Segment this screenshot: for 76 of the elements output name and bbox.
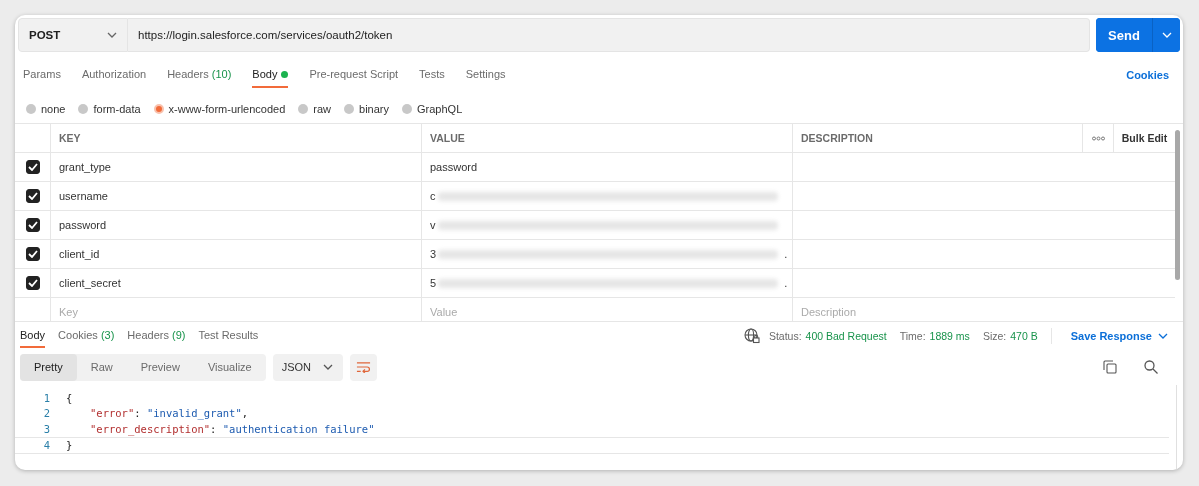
scrollbar[interactable] <box>1175 130 1180 280</box>
status-value: 470 B <box>1010 329 1038 342</box>
body-type-radio[interactable]: none <box>26 103 66 115</box>
column-header: KEY <box>51 124 422 153</box>
view-mode-tab[interactable]: Raw <box>76 353 127 381</box>
table-cell: grant_type <box>59 161 111 173</box>
chevron-down-icon <box>1158 332 1168 339</box>
request-tab[interactable]: Headers (10) <box>167 62 232 88</box>
response-tab[interactable]: Headers (9) <box>127 323 186 348</box>
checkbox[interactable] <box>25 218 40 232</box>
ellipsis-dot: . <box>784 277 788 289</box>
status-label: Status: <box>768 329 802 342</box>
body-type-radio[interactable]: GraphQL <box>402 103 463 115</box>
request-tab[interactable]: Authorization <box>81 62 147 88</box>
table-cell: password <box>59 219 107 231</box>
request-tab[interactable]: Settings <box>465 62 506 88</box>
code-line: "error_description": "authentication failure" <box>89 422 375 435</box>
table-cell: v <box>430 219 436 231</box>
status-label: Time: <box>899 329 926 342</box>
checkbox[interactable] <box>25 189 40 203</box>
request-tab[interactable]: Params <box>23 62 61 88</box>
table-cell: client_id <box>59 248 100 260</box>
wrap-lines-button[interactable] <box>350 353 378 381</box>
save-response-button[interactable]: Save Response <box>1064 328 1174 343</box>
new-row-input[interactable]: Value <box>430 306 572 318</box>
status-value: 400 Bad Request <box>805 329 887 342</box>
table-cell: username <box>59 190 108 202</box>
line-number: 4 <box>42 439 51 452</box>
search-icon[interactable] <box>1144 360 1158 374</box>
globe-lock-icon[interactable] <box>743 327 760 344</box>
format-dropdown[interactable]: JSON <box>272 353 344 381</box>
checkbox[interactable] <box>25 247 40 261</box>
checkbox[interactable] <box>25 276 40 290</box>
line-number: 1 <box>42 391 51 404</box>
line-number: 2 <box>42 407 51 420</box>
body-type-radio[interactable]: binary <box>344 103 390 115</box>
chevron-down-icon <box>107 32 117 38</box>
column-header: VALUE <box>422 124 793 153</box>
table-cell: password <box>430 161 478 173</box>
more-icon[interactable] <box>1091 135 1105 141</box>
body-type-radio[interactable]: form-data <box>78 103 141 115</box>
line-number: 3 <box>42 422 51 435</box>
table-cell: client_secret <box>59 277 121 289</box>
table-cell: 3 <box>430 248 437 260</box>
request-tab[interactable]: Pre-request Script <box>309 62 399 88</box>
table-cell: 5 <box>430 277 437 289</box>
code-line: { <box>66 391 73 404</box>
copy-icon[interactable] <box>1103 360 1117 374</box>
code-line: "error": "invalid_grant", <box>89 407 249 420</box>
url-field[interactable]: https://login.salesforce.com/services/oauth2/token <box>128 18 1090 52</box>
checkbox[interactable] <box>25 160 40 174</box>
chevron-down-icon <box>323 364 334 370</box>
view-mode-tab[interactable]: Visualize <box>193 353 266 381</box>
status-label: Size: <box>982 329 1007 342</box>
new-row-input[interactable]: Key <box>59 306 201 318</box>
view-mode-tab[interactable]: Pretty <box>20 353 77 381</box>
body-type-radio[interactable]: raw <box>298 103 332 115</box>
ellipsis-dot: . <box>784 248 788 260</box>
view-mode-tab[interactable]: Preview <box>126 353 194 381</box>
table-cell: c <box>430 190 436 202</box>
new-row-input[interactable]: Description <box>801 306 943 318</box>
bulk-edit-button[interactable]: Bulk Edit <box>1115 131 1174 145</box>
chevron-down-icon <box>1161 32 1172 38</box>
body-type-radio[interactable]: x-www-form-urlencoded <box>153 103 286 115</box>
request-tab[interactable]: Tests <box>419 62 445 88</box>
method-dropdown[interactable]: POST <box>18 18 128 52</box>
response-tab[interactable]: Body <box>20 323 46 348</box>
status-value: 1889 ms <box>929 329 970 342</box>
column-header: DESCRIPTION <box>793 124 1083 153</box>
cookies-link[interactable]: Cookies <box>1120 68 1175 82</box>
response-tab[interactable]: Test Results <box>198 323 259 348</box>
wrap-icon <box>356 361 372 373</box>
response-tab[interactable]: Cookies (3) <box>58 323 115 348</box>
send-options-button[interactable] <box>1152 18 1180 52</box>
request-tab[interactable]: Body <box>252 62 289 88</box>
code-line: } <box>66 439 73 452</box>
